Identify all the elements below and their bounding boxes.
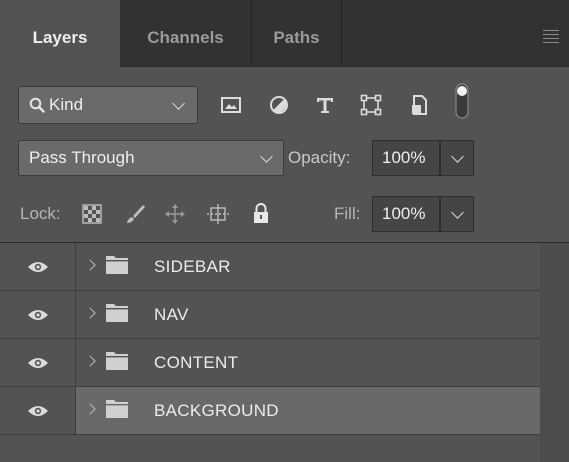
layer-row-sidebar[interactable]: SIDEBAR [0,243,540,291]
layer-body[interactable]: NAV [76,291,540,338]
tab-channels[interactable]: Channels [120,0,252,66]
shape-icon[interactable] [358,92,384,118]
prevent-auto-nesting-icon[interactable] [206,203,230,225]
visibility-toggle[interactable] [0,243,76,290]
fill-label: Fill: [334,204,361,223]
blend-mode-label: Pass Through [29,148,135,167]
filter-toggle-icon[interactable] [454,82,470,120]
opacity-label: Opacity: [288,148,351,167]
folder-icon [106,400,128,418]
fill-value: 100% [382,204,426,223]
fill-field[interactable]: 100% [372,196,440,232]
layers-list: SIDEBAR NAV CONTENT BACKGROUND [0,242,569,462]
opacity-slider-button[interactable] [440,140,474,176]
layer-body[interactable]: BACKGROUND [76,387,540,434]
layer-name: BACKGROUND [154,401,279,420]
expand-arrow-icon[interactable] [84,307,96,319]
layers-scroll-gutter [540,243,569,462]
adjustment-icon[interactable] [266,92,292,118]
eye-icon [28,262,48,272]
visibility-toggle[interactable] [0,339,76,386]
eye-icon [28,358,48,368]
eye-icon [28,310,48,320]
folder-icon [106,256,128,274]
layer-name: CONTENT [154,353,239,372]
search-icon [29,97,45,113]
panel-menu-icon[interactable] [543,30,559,43]
lock-transparent-pixels-icon[interactable] [82,204,102,224]
lock-label: Lock: [20,204,61,223]
folder-icon [106,352,128,370]
expand-arrow-icon[interactable] [84,259,96,271]
panel-tab-bar: Layers Channels Paths [0,0,569,67]
layer-filter-row: Kind [0,83,569,124]
layer-row-background[interactable]: BACKGROUND [0,387,540,435]
type-icon[interactable] [312,92,338,118]
layer-row-nav[interactable]: NAV [0,291,540,339]
layer-name: NAV [154,305,189,324]
fill-slider-button[interactable] [440,196,474,232]
tab-paths[interactable]: Paths [252,0,342,66]
expand-arrow-icon[interactable] [84,355,96,367]
lock-image-pixels-icon[interactable] [124,203,146,225]
chevron-down-icon [451,206,464,219]
opacity-field[interactable]: 100% [372,140,440,176]
blend-mode-dropdown[interactable]: Pass Through [18,140,284,176]
layer-name: SIDEBAR [154,257,231,276]
lock-all-icon[interactable] [252,202,270,224]
layers-panel: Layers Channels Paths Kind Pass Through … [0,0,569,462]
chevron-down-icon [451,150,464,163]
layer-body[interactable]: CONTENT [76,339,540,386]
lock-row: Lock: Fill: 100% [0,196,569,232]
image-icon[interactable] [218,92,244,118]
eye-icon [28,406,48,416]
layer-body[interactable]: SIDEBAR [76,243,540,290]
layer-row-content[interactable]: CONTENT [0,339,540,387]
blend-mode-row: Pass Through Opacity: 100% [0,140,569,176]
folder-icon [106,304,128,322]
expand-arrow-icon[interactable] [84,403,96,415]
tab-layers[interactable]: Layers [0,0,120,67]
lock-position-icon[interactable] [164,203,186,225]
chevron-down-icon [172,97,185,110]
smart-object-icon[interactable] [406,92,432,118]
chevron-down-icon [260,150,273,163]
filter-kind-dropdown[interactable]: Kind [18,86,198,124]
opacity-value: 100% [382,148,426,167]
visibility-toggle[interactable] [0,291,76,338]
visibility-toggle[interactable] [0,387,76,434]
filter-kind-label: Kind [49,95,84,114]
